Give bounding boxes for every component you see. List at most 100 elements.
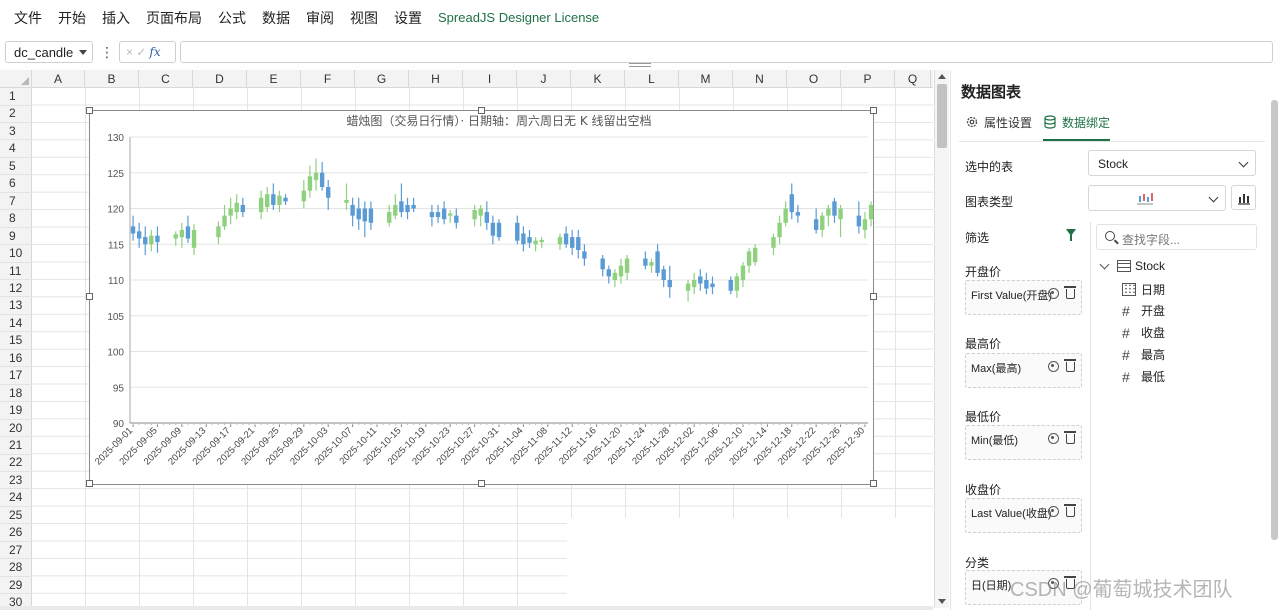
row-header-15[interactable]: 15 bbox=[0, 332, 32, 350]
menu-settings[interactable]: 设置 bbox=[386, 0, 430, 36]
cancel-icon[interactable]: × bbox=[126, 45, 133, 59]
row-header-17[interactable]: 17 bbox=[0, 367, 32, 385]
vertical-scrollbar[interactable] bbox=[934, 70, 949, 608]
menu-file[interactable]: 文件 bbox=[6, 0, 50, 36]
row-header-28[interactable]: 28 bbox=[0, 559, 32, 577]
gear-icon[interactable] bbox=[1048, 433, 1059, 444]
resize-handle-s[interactable] bbox=[478, 480, 485, 487]
scroll-up-icon[interactable] bbox=[938, 74, 946, 79]
column-header-c[interactable]: C bbox=[139, 70, 193, 88]
chart-type-select[interactable] bbox=[1088, 185, 1226, 211]
row-header-16[interactable]: 16 bbox=[0, 350, 32, 368]
high-price-dropzone[interactable]: Max(最高) bbox=[965, 353, 1082, 388]
menu-page-layout[interactable]: 页面布局 bbox=[138, 0, 210, 36]
row-header-26[interactable]: 26 bbox=[0, 524, 32, 542]
row-header-19[interactable]: 19 bbox=[0, 402, 32, 420]
trash-icon[interactable] bbox=[1064, 286, 1076, 299]
splitter-handle[interactable] bbox=[629, 63, 651, 67]
column-header-p[interactable]: P bbox=[841, 70, 895, 88]
confirm-icon[interactable]: ✓ bbox=[136, 45, 146, 59]
row-header-12[interactable]: 12 bbox=[0, 280, 32, 298]
select-all-corner[interactable] bbox=[0, 70, 32, 88]
more-icon[interactable]: ⋮ bbox=[100, 42, 114, 62]
filter-icon[interactable] bbox=[1066, 229, 1076, 241]
column-header-i[interactable]: I bbox=[463, 70, 517, 88]
field-item-open[interactable]: # 开盘 bbox=[1122, 302, 1165, 319]
selected-table-select[interactable]: Stock bbox=[1088, 150, 1256, 176]
column-header-e[interactable]: E bbox=[247, 70, 301, 88]
fx-icon[interactable]: fx bbox=[149, 45, 160, 59]
row-header-20[interactable]: 20 bbox=[0, 420, 32, 438]
resize-handle-w[interactable] bbox=[86, 293, 93, 300]
low-price-dropzone[interactable]: Min(最低) bbox=[965, 425, 1082, 460]
open-price-dropzone[interactable]: First Value(开盘) bbox=[965, 280, 1082, 315]
column-header-j[interactable]: J bbox=[517, 70, 571, 88]
row-header-23[interactable]: 23 bbox=[0, 472, 32, 490]
menu-license[interactable]: SpreadJS Designer License bbox=[430, 0, 607, 36]
chevron-down-icon[interactable] bbox=[79, 50, 87, 55]
candlestick-chart[interactable]: 蜡烛图（交易日行情）· 日期轴：周六周日无 K 线留出空档 90 95 100 105 1… bbox=[89, 110, 874, 485]
menu-review[interactable]: 审阅 bbox=[298, 0, 342, 36]
tree-node-stock[interactable]: Stock bbox=[1099, 259, 1165, 273]
chevron-down-icon[interactable] bbox=[1208, 192, 1219, 203]
resize-handle-se[interactable] bbox=[870, 480, 877, 487]
row-header-3[interactable]: 3 bbox=[0, 123, 32, 141]
resize-handle-nw[interactable] bbox=[86, 107, 93, 114]
field-item-low[interactable]: # 最低 bbox=[1122, 368, 1165, 385]
row-header-10[interactable]: 10 bbox=[0, 245, 32, 263]
row-header-1[interactable]: 1 bbox=[0, 88, 32, 106]
menu-insert[interactable]: 插入 bbox=[94, 0, 138, 36]
horizontal-scrollbar[interactable] bbox=[0, 606, 933, 610]
gear-icon[interactable] bbox=[1048, 361, 1059, 372]
row-header-24[interactable]: 24 bbox=[0, 489, 32, 507]
row-header-4[interactable]: 4 bbox=[0, 140, 32, 158]
panel-scroll-thumb[interactable] bbox=[1271, 100, 1278, 540]
menu-data[interactable]: 数据 bbox=[254, 0, 298, 36]
menu-home[interactable]: 开始 bbox=[50, 0, 94, 36]
resize-handle-e[interactable] bbox=[870, 293, 877, 300]
panel-scrollbar[interactable] bbox=[1270, 100, 1279, 540]
tab-properties[interactable]: 属性设置 bbox=[965, 110, 1032, 134]
row-header-6[interactable]: 6 bbox=[0, 175, 32, 193]
field-item-date[interactable]: 日期 bbox=[1122, 281, 1165, 298]
column-header-b[interactable]: B bbox=[85, 70, 139, 88]
column-header-o[interactable]: O bbox=[787, 70, 841, 88]
gear-icon[interactable] bbox=[1048, 506, 1059, 517]
tab-data-binding[interactable]: 数据绑定 bbox=[1043, 110, 1111, 141]
row-header-21[interactable]: 21 bbox=[0, 437, 32, 455]
row-header-9[interactable]: 9 bbox=[0, 228, 32, 246]
row-header-2[interactable]: 2 bbox=[0, 105, 32, 123]
column-header-h[interactable]: H bbox=[409, 70, 463, 88]
row-header-13[interactable]: 13 bbox=[0, 297, 32, 315]
row-header-14[interactable]: 14 bbox=[0, 315, 32, 333]
column-header-n[interactable]: N bbox=[733, 70, 787, 88]
scroll-thumb[interactable] bbox=[937, 84, 947, 148]
field-search-input[interactable]: 查找字段... bbox=[1096, 224, 1257, 250]
column-header-q[interactable]: Q bbox=[895, 70, 931, 88]
row-header-7[interactable]: 7 bbox=[0, 193, 32, 211]
column-header-k[interactable]: K bbox=[571, 70, 625, 88]
column-header-d[interactable]: D bbox=[193, 70, 247, 88]
field-item-high[interactable]: # 最高 bbox=[1122, 346, 1165, 363]
column-header-a[interactable]: A bbox=[32, 70, 85, 88]
chevron-down-icon[interactable] bbox=[1099, 259, 1110, 269]
chart-type-button[interactable] bbox=[1231, 185, 1256, 210]
row-header-22[interactable]: 22 bbox=[0, 454, 32, 472]
resize-handle-ne[interactable] bbox=[870, 107, 877, 114]
row-header-5[interactable]: 5 bbox=[0, 158, 32, 176]
row-header-27[interactable]: 27 bbox=[0, 542, 32, 560]
close-price-dropzone[interactable]: Last Value(收盘) bbox=[965, 498, 1082, 533]
resize-handle-n[interactable] bbox=[478, 107, 485, 114]
trash-icon[interactable] bbox=[1064, 431, 1076, 444]
row-header-25[interactable]: 25 bbox=[0, 507, 32, 525]
gear-icon[interactable] bbox=[1048, 288, 1059, 299]
name-box[interactable]: dc_candle bbox=[5, 41, 93, 63]
formula-input[interactable] bbox=[180, 41, 1273, 63]
trash-icon[interactable] bbox=[1064, 504, 1076, 517]
menu-formulas[interactable]: 公式 bbox=[210, 0, 254, 36]
resize-handle-sw[interactable] bbox=[86, 480, 93, 487]
column-header-f[interactable]: F bbox=[301, 70, 355, 88]
column-header-l[interactable]: L bbox=[625, 70, 679, 88]
trash-icon[interactable] bbox=[1064, 359, 1076, 372]
row-header-29[interactable]: 29 bbox=[0, 577, 32, 595]
